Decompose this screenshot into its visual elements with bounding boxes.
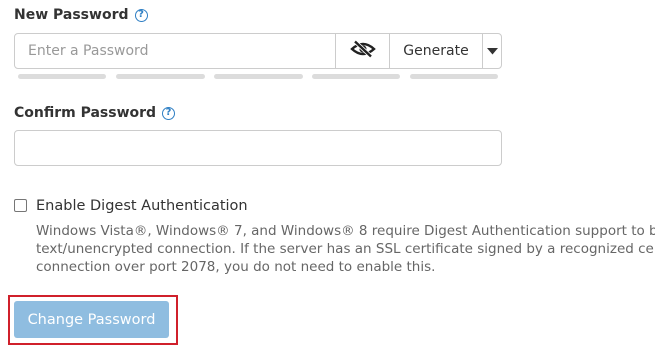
new-password-label-row: New Password ? <box>14 7 148 23</box>
digest-auth-checkbox[interactable] <box>14 199 27 212</box>
digest-auth-description: Windows Vista®, Windows® 7, and Windows®… <box>36 222 655 276</box>
new-password-group: Generate <box>14 33 502 69</box>
confirm-password-label-row: Confirm Password ? <box>14 105 176 121</box>
generate-button[interactable]: Generate <box>389 34 482 68</box>
help-icon[interactable]: ? <box>134 8 148 22</box>
caret-down-icon <box>486 43 498 59</box>
confirm-password-label: Confirm Password <box>14 105 157 121</box>
new-password-input[interactable] <box>15 34 335 68</box>
help-icon[interactable]: ? <box>162 106 176 120</box>
description-line: connection over port 2078, you do not ne… <box>36 259 436 275</box>
new-password-label: New Password <box>14 7 129 23</box>
generate-options-dropdown[interactable] <box>482 34 501 68</box>
change-password-button[interactable]: Change Password <box>14 301 169 338</box>
strength-meter-segment <box>312 74 400 79</box>
description-line: text/unencrypted connection. If the serv… <box>36 241 655 257</box>
strength-meter-segment <box>18 74 106 79</box>
toggle-visibility-button[interactable] <box>335 34 389 68</box>
digest-auth-label[interactable]: Enable Digest Authentication <box>36 198 248 214</box>
strength-meter-segment <box>214 74 303 79</box>
eye-slash-icon <box>349 40 376 62</box>
strength-meter-segment <box>410 74 498 79</box>
description-line: Windows Vista®, Windows® 7, and Windows®… <box>36 223 655 239</box>
strength-meter-segment <box>116 74 205 79</box>
confirm-password-input[interactable] <box>14 130 502 166</box>
